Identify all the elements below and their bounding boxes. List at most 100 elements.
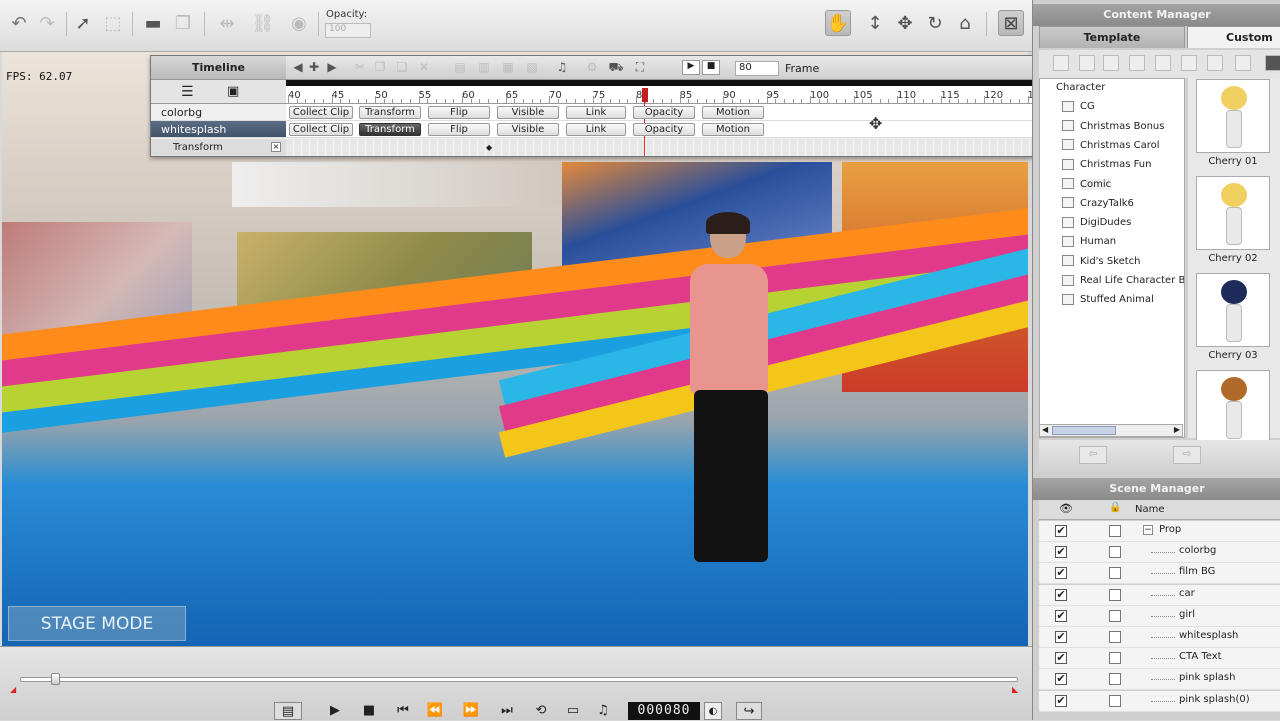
copy-icon[interactable]: ❐ (372, 60, 388, 74)
clip-collect-clip[interactable]: Collect Clip (289, 123, 353, 136)
scene-row[interactable]: ✔ colorbg (1039, 542, 1280, 564)
character-thumbnail[interactable] (1196, 79, 1270, 153)
flip-icon[interactable]: ⇹ (214, 10, 240, 36)
clip-motion[interactable]: Motion (702, 106, 764, 119)
fit-icon[interactable]: ⛶ (632, 60, 648, 75)
paste-icon[interactable]: ❏ (394, 60, 410, 74)
content-tool-icon[interactable] (1155, 55, 1171, 71)
track-icon[interactable]: ▥ (476, 60, 492, 74)
camera-hand-icon[interactable]: ✋ (825, 10, 851, 36)
scene-row[interactable]: ✔ car (1039, 584, 1280, 606)
tree-item[interactable]: CrazyTalk6 (1044, 195, 1184, 213)
playhead[interactable] (642, 88, 648, 156)
scene-row[interactable]: ✔ − Prop (1039, 521, 1280, 542)
lock-checkbox[interactable] (1109, 673, 1121, 686)
visible-checkbox[interactable]: ✔ (1055, 694, 1067, 707)
timeline-stop-button[interactable]: ■ (702, 60, 720, 75)
tab-template[interactable]: Template (1039, 26, 1185, 48)
next-frame-icon[interactable]: ⏭ (496, 702, 518, 720)
stop-icon[interactable]: ■ (358, 702, 380, 720)
track-label[interactable]: colorbg (151, 104, 286, 121)
timeline-toggle-icon[interactable]: ▤ (274, 702, 302, 720)
audio-icon[interactable]: ♫ (592, 702, 614, 720)
select-arrow-icon[interactable]: ➚ (70, 10, 96, 36)
sub-track-label[interactable]: Transform (151, 139, 286, 156)
clip-opacity[interactable]: Opacity (633, 106, 695, 119)
scene-row[interactable]: ✔ pink splash(0) (1039, 690, 1280, 712)
clip-transform[interactable]: Transform (359, 123, 421, 136)
duplicate-icon[interactable]: ❐ (170, 10, 196, 36)
content-tool-icon[interactable] (1207, 55, 1223, 71)
link-icon[interactable]: ⛓ (250, 10, 276, 36)
motion-icon[interactable]: ⚙ (584, 60, 600, 74)
tree-item[interactable]: Stuffed Animal (1044, 291, 1184, 309)
rotate-icon[interactable]: ↻ (922, 10, 948, 36)
track-icon[interactable]: ▤ (452, 60, 468, 74)
fast-forward-icon[interactable]: ⏩ (460, 702, 482, 720)
clip-link[interactable]: Link (566, 123, 626, 136)
undo-icon[interactable]: ↶ (6, 10, 32, 36)
transform-select-icon[interactable]: ⬚ (100, 10, 126, 36)
subtitle-icon[interactable]: ▭ (562, 702, 584, 720)
girl-top[interactable] (690, 264, 768, 394)
tree-item[interactable]: Real Life Character Bo (1044, 272, 1184, 290)
move-all-icon[interactable]: ✥ (892, 10, 918, 36)
clip-opacity[interactable]: Opacity (633, 123, 695, 136)
play-icon[interactable]: ▶ (324, 702, 346, 720)
visible-checkbox[interactable]: ✔ (1055, 546, 1067, 559)
content-tool-icon[interactable] (1265, 55, 1280, 71)
lock-checkbox[interactable] (1109, 567, 1121, 580)
range-end-marker[interactable]: ◣ (1012, 685, 1018, 694)
clip-flip[interactable]: Flip (428, 123, 490, 136)
lock-checkbox[interactable] (1109, 631, 1121, 643)
content-tool-icon[interactable] (1053, 55, 1069, 71)
frame-input[interactable]: 80 (735, 61, 779, 76)
prev-frame-icon[interactable]: ⏮ (392, 702, 414, 720)
fit-view-icon[interactable]: ⊠ (998, 10, 1024, 36)
scroll-right-icon[interactable]: ▶ (1174, 425, 1180, 434)
clip-visible[interactable]: Visible (497, 123, 559, 136)
counter-mode-icon[interactable]: ◐ (704, 702, 722, 720)
character-thumbnail[interactable] (1196, 176, 1270, 250)
clip-collect-clip[interactable]: Collect Clip (289, 106, 353, 119)
clip-link[interactable]: Link (566, 106, 626, 119)
content-tool-icon[interactable] (1181, 55, 1197, 71)
lock-checkbox[interactable] (1109, 694, 1121, 707)
scene-row[interactable]: ✔ CTA Text (1039, 648, 1280, 670)
visible-checkbox[interactable]: ✔ (1055, 567, 1067, 580)
rewind-icon[interactable]: ⏪ (424, 702, 446, 720)
visible-checkbox[interactable]: ✔ (1055, 609, 1067, 622)
scene-row[interactable]: ✔ film BG (1039, 563, 1280, 585)
lock-checkbox[interactable] (1109, 546, 1121, 559)
stage-mode-button[interactable]: STAGE MODE (8, 606, 186, 641)
export-icon[interactable]: ↪ (736, 702, 762, 720)
tree-item[interactable]: Kid's Sketch (1044, 253, 1184, 271)
timeline-ruler[interactable]: 4045505560657075808590951001051101151201… (286, 80, 1040, 104)
loop-icon[interactable]: ⟲ (530, 702, 552, 720)
visible-checkbox[interactable]: ✔ (1055, 525, 1067, 537)
scene-row[interactable]: ✔ pink splash (1039, 669, 1280, 691)
tree-item[interactable]: Human (1044, 233, 1184, 251)
add-key-icon[interactable]: ✚ (306, 60, 322, 74)
visible-checkbox[interactable]: ✔ (1055, 673, 1067, 686)
next-key-icon[interactable]: ▶ (324, 60, 340, 74)
tree-hscrollbar[interactable]: ◀ ▶ (1039, 424, 1183, 437)
character-thumbnail[interactable] (1196, 273, 1270, 347)
keyframe-icon[interactable]: ◆ (486, 143, 492, 152)
stage-icon[interactable]: ▬ (140, 10, 166, 36)
home-icon[interactable]: ⌂ (952, 10, 978, 36)
tree-item[interactable]: Comic (1044, 176, 1184, 194)
range-start-marker[interactable]: ◢ (10, 685, 16, 694)
content-save-icon[interactable]: ⇨ (1173, 446, 1201, 464)
lock-checkbox[interactable] (1109, 609, 1121, 622)
tree-item[interactable]: Christmas Fun (1044, 156, 1184, 174)
timeline-scrubber[interactable] (20, 677, 1018, 682)
scrubber-thumb[interactable] (51, 673, 60, 685)
clip-visible[interactable]: Visible (497, 106, 559, 119)
content-tool-icon[interactable] (1103, 55, 1119, 71)
scroll-left-icon[interactable]: ◀ (1042, 425, 1048, 434)
track-icon[interactable]: ▦ (500, 60, 516, 74)
list-icon[interactable]: ☰ (181, 84, 194, 100)
character-thumbnail[interactable] (1196, 370, 1270, 444)
collapse-icon[interactable]: − (1143, 525, 1153, 535)
